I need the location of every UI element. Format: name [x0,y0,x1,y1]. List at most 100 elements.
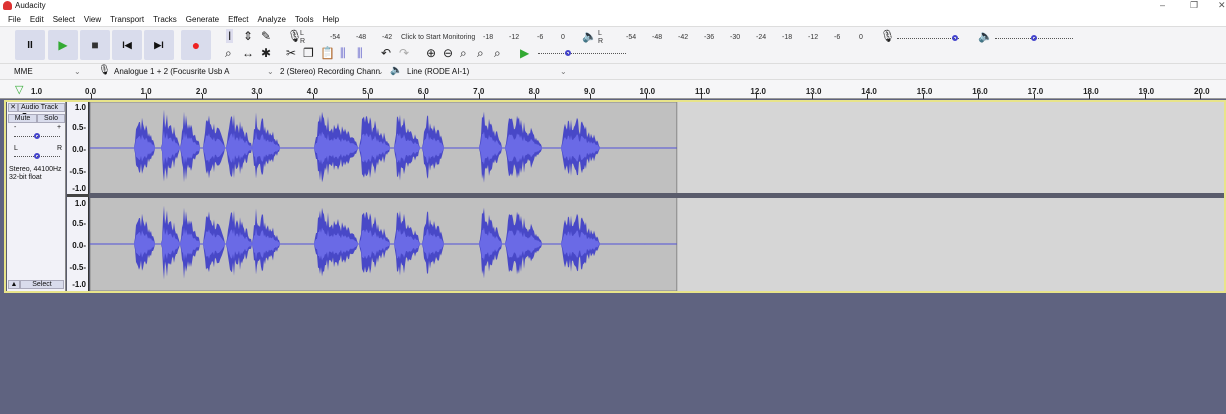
ruler-tick-mark [1200,94,1201,99]
gain-thumb[interactable] [34,133,40,139]
select-track-button[interactable]: Select [20,280,64,289]
ruler-tick-mark [867,94,869,99]
playback-meter[interactable]: L R -54 -48 -42 -36 -30 -24 -18 -12 -6 0 [598,30,868,46]
skip-to-start-button[interactable]: I◀ [112,30,142,60]
redo-icon[interactable]: ↷ [399,46,409,60]
silence-audio-icon[interactable]: ⫼ [357,46,363,60]
menu-effect[interactable]: Effect [228,15,248,24]
ruler-tick-mark [534,94,536,99]
ruler-tick-mark [1089,94,1091,99]
menu-tracks[interactable]: Tracks [153,15,177,24]
pan-thumb[interactable] [34,153,40,159]
menu-tools[interactable]: Tools [295,15,314,24]
menu-analyze[interactable]: Analyze [257,15,285,24]
chevron-down-icon[interactable]: ⌄ [267,67,274,76]
copy-icon[interactable]: ❐ [303,46,314,60]
play-meter-speaker-icon: 🔈 [582,29,597,43]
track-control-panel: ✕ Audio Track ▼ Mute Solo - + L R Stereo… [7,102,66,291]
menu-help[interactable]: Help [323,15,339,24]
trim-audio-icon[interactable]: ⫼ [340,46,346,60]
minimize-button[interactable]: – [1160,0,1165,10]
recording-channels-select[interactable]: 2 (Stereo) Recording Chann [280,67,380,76]
play-speed-slider[interactable] [538,53,626,54]
paste-icon[interactable]: 📋 [320,46,335,60]
menu-edit[interactable]: Edit [30,15,44,24]
mute-button[interactable]: Mute [8,114,37,123]
draw-tool-icon[interactable]: ✎ [261,29,271,43]
meter-r: R [300,38,306,45]
chevron-down-icon[interactable]: ⌄ [377,67,384,76]
start-monitoring-prompt[interactable]: Click to Start Monitoring [401,34,475,41]
close-button[interactable]: ✕ [1218,0,1226,11]
menu-transport[interactable]: Transport [110,15,144,24]
ruler-tick-mark [922,94,924,99]
scale-label: -1.0 [72,280,86,289]
zoom-out-icon[interactable]: ⊖ [443,46,453,60]
chevron-down-icon[interactable]: ⌄ [74,67,81,76]
meter-tick: 0 [859,34,863,41]
gain-minus-label: - [14,124,17,131]
meter-l: L [598,30,602,37]
undo-icon[interactable]: ↶ [381,46,391,60]
scale-label: 0.0- [72,241,86,250]
recording-volume-thumb[interactable] [952,35,958,41]
ruler-tick-label: 14.0 [861,87,877,96]
waveform-area[interactable] [90,102,1224,291]
timeline-ruler[interactable]: ▽ 1.0 0.0 1.0 2.0 3.0 4.0 5.0 6.0 7.0 8.0 9.0 10.0… [0,80,1226,99]
menu-file[interactable]: File [8,15,21,24]
zoom-tool-icon[interactable]: ⌕ [225,46,232,60]
track-name-menu[interactable]: Audio Track ▼ [18,103,65,119]
menu-select[interactable]: Select [53,15,75,24]
ruler-tick-mark [700,94,702,99]
menu-view[interactable]: View [84,15,101,24]
recording-volume-slider[interactable] [897,38,959,39]
chevron-down-icon[interactable]: ⌄ [560,67,567,76]
pan-left-label: L [14,145,18,152]
time-shift-tool-icon[interactable]: ↔ [242,46,254,60]
meter-r: R [598,38,604,45]
ruler-tick-mark [479,94,481,99]
multi-tool-icon[interactable]: ✱ [261,46,271,60]
ruler-tick-mark [423,94,425,99]
fit-project-icon[interactable]: ⌕ [477,46,484,60]
play-button[interactable]: ▶ [48,30,78,60]
playback-volume-thumb[interactable] [1031,35,1037,41]
meter-tick: 0 [561,34,565,41]
pause-button[interactable]: II [15,30,45,60]
ruler-tick-label: 16.0 [972,87,988,96]
toolbar: II ▶ ■ I◀ ▶I ● I ⇕ ✎ ⌕ ↔ ✱ 🎙 L R -54 -48… [0,26,1226,63]
playback-volume-icon: 🔈 [978,29,993,43]
scale-label: -0.5- [69,167,86,176]
play-head-triangle-icon[interactable]: ▽ [15,83,23,96]
scale-label: 0.0- [72,145,86,154]
skip-to-end-button[interactable]: ▶I [144,30,174,60]
scale-label: 1.0 [74,199,86,208]
audacity-logo-icon [3,1,12,10]
envelope-tool-icon[interactable]: ⇕ [243,29,253,43]
close-track-button[interactable]: ✕ [8,103,18,112]
play-at-speed-icon[interactable]: ▶ [520,46,529,60]
play-speed-thumb[interactable] [565,50,571,56]
audio-host-select[interactable]: MME [14,67,33,76]
fit-selection-icon[interactable]: ⌕ [460,46,467,60]
meter-l: L [300,30,304,37]
collapse-track-button[interactable]: ▲ [8,280,20,289]
menu-generate[interactable]: Generate [186,15,219,24]
stop-button[interactable]: ■ [80,30,110,60]
record-button[interactable]: ● [181,30,211,60]
scale-label: -0.5- [69,263,86,272]
ruler-tick-mark [645,94,647,99]
record-meter[interactable]: L R -54 -48 -42 Click to Start Monitorin… [300,30,565,46]
cut-icon[interactable]: ✂ [286,46,296,60]
maximize-button[interactable]: ❐ [1190,0,1198,11]
microphone-icon: 🎙 [98,65,111,76]
track-bit-depth-info: 32-bit float [9,174,42,181]
solo-button[interactable]: Solo [37,114,65,123]
zoom-toggle-icon[interactable]: ⌕ [494,46,501,60]
recording-device-select[interactable]: Analogue 1 + 2 (Focusrite Usb A [114,67,229,76]
ruler-tick-mark [146,94,148,99]
selection-tool-icon[interactable]: I [226,29,234,43]
track-format-info: Stereo, 44100Hz [9,166,62,173]
playback-device-select[interactable]: Line (RODE AI-1) [407,67,469,76]
zoom-in-icon[interactable]: ⊕ [426,46,436,60]
